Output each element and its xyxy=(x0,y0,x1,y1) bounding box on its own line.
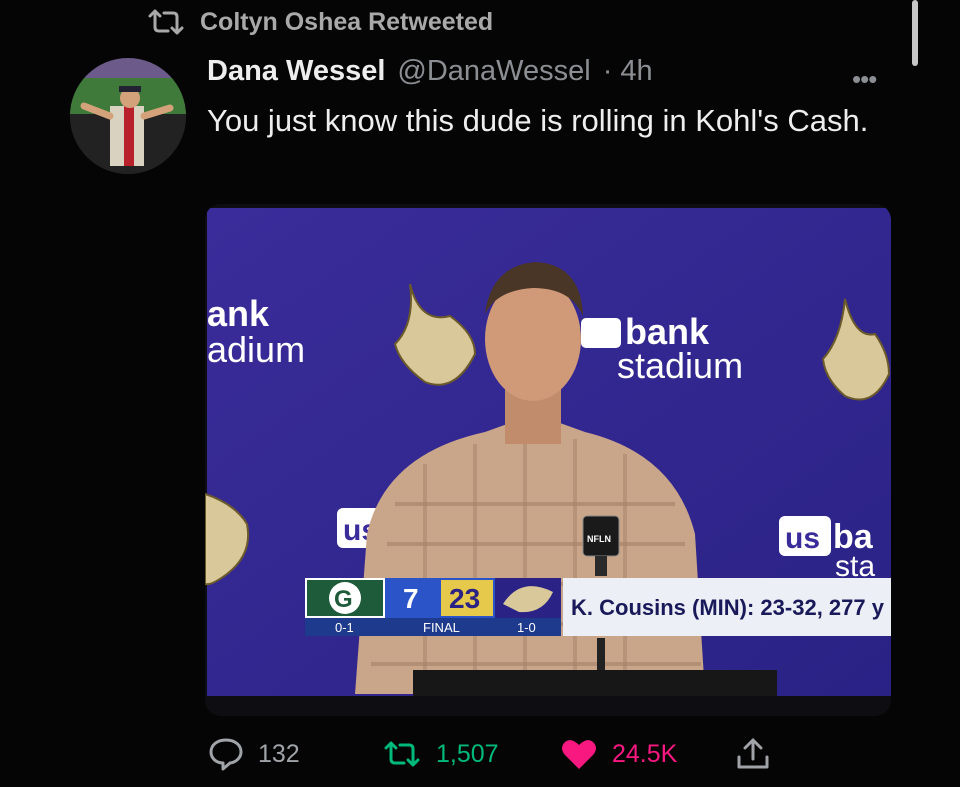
us-badge xyxy=(581,318,621,348)
like-button[interactable]: 24.5K xyxy=(560,724,677,784)
tweet-header: Dana Wessel @DanaWessel · 4h xyxy=(207,55,653,88)
mic-flag: NFLN xyxy=(587,534,611,544)
tweet-time[interactable]: · 4h xyxy=(603,55,653,88)
retweet-icon xyxy=(148,9,184,35)
retweet-count: 1,507 xyxy=(436,739,499,768)
score2: 23 xyxy=(449,583,480,614)
like-count: 24.5K xyxy=(612,739,678,768)
more-icon[interactable]: ••• xyxy=(852,64,877,95)
retweet-icon xyxy=(384,741,420,767)
share-button[interactable] xyxy=(734,724,772,784)
scoreboard: G 0-1 7 23 FINAL 1-0 K. Cousins (MIN): 2… xyxy=(305,578,891,636)
scrollbar[interactable] xyxy=(912,0,918,66)
media-photo: ank adium bank stadium us us ba sta NFLN xyxy=(205,204,891,716)
share-icon xyxy=(737,738,769,769)
author-handle[interactable]: @DanaWessel xyxy=(397,55,590,88)
heart-icon xyxy=(562,740,596,769)
game-status: FINAL xyxy=(423,620,460,635)
retweet-banner[interactable]: Coltyn Oshea Retweeted xyxy=(146,6,493,38)
team2-record: 1-0 xyxy=(517,620,536,635)
retweet-banner-text: Coltyn Oshea Retweeted xyxy=(200,7,494,36)
reply-count: 132 xyxy=(258,739,300,768)
avatar[interactable] xyxy=(70,58,186,174)
podium xyxy=(413,670,777,696)
backdrop-text: ank xyxy=(207,293,270,334)
tweet-actions: 132 1,507 24.5K xyxy=(0,724,960,784)
team1-record: 0-1 xyxy=(335,620,354,635)
score1: 7 xyxy=(403,583,419,614)
stat-line: K. Cousins (MIN): 23-32, 277 y xyxy=(571,595,885,620)
reply-button[interactable]: 132 xyxy=(208,724,300,784)
reply-icon xyxy=(209,738,243,771)
backdrop-text: us xyxy=(785,522,820,555)
author-name[interactable]: Dana Wessel xyxy=(207,55,385,88)
tweet-media[interactable]: ank adium bank stadium us us ba sta NFLN xyxy=(205,204,891,716)
packers-logo: G xyxy=(334,586,353,613)
backdrop-text: adium xyxy=(207,329,305,370)
avatar-photo xyxy=(70,58,186,174)
backdrop-text: stadium xyxy=(617,345,743,386)
retweet-button[interactable]: 1,507 xyxy=(382,724,499,784)
tweet-text: You just know this dude is rolling in Ko… xyxy=(207,103,869,138)
